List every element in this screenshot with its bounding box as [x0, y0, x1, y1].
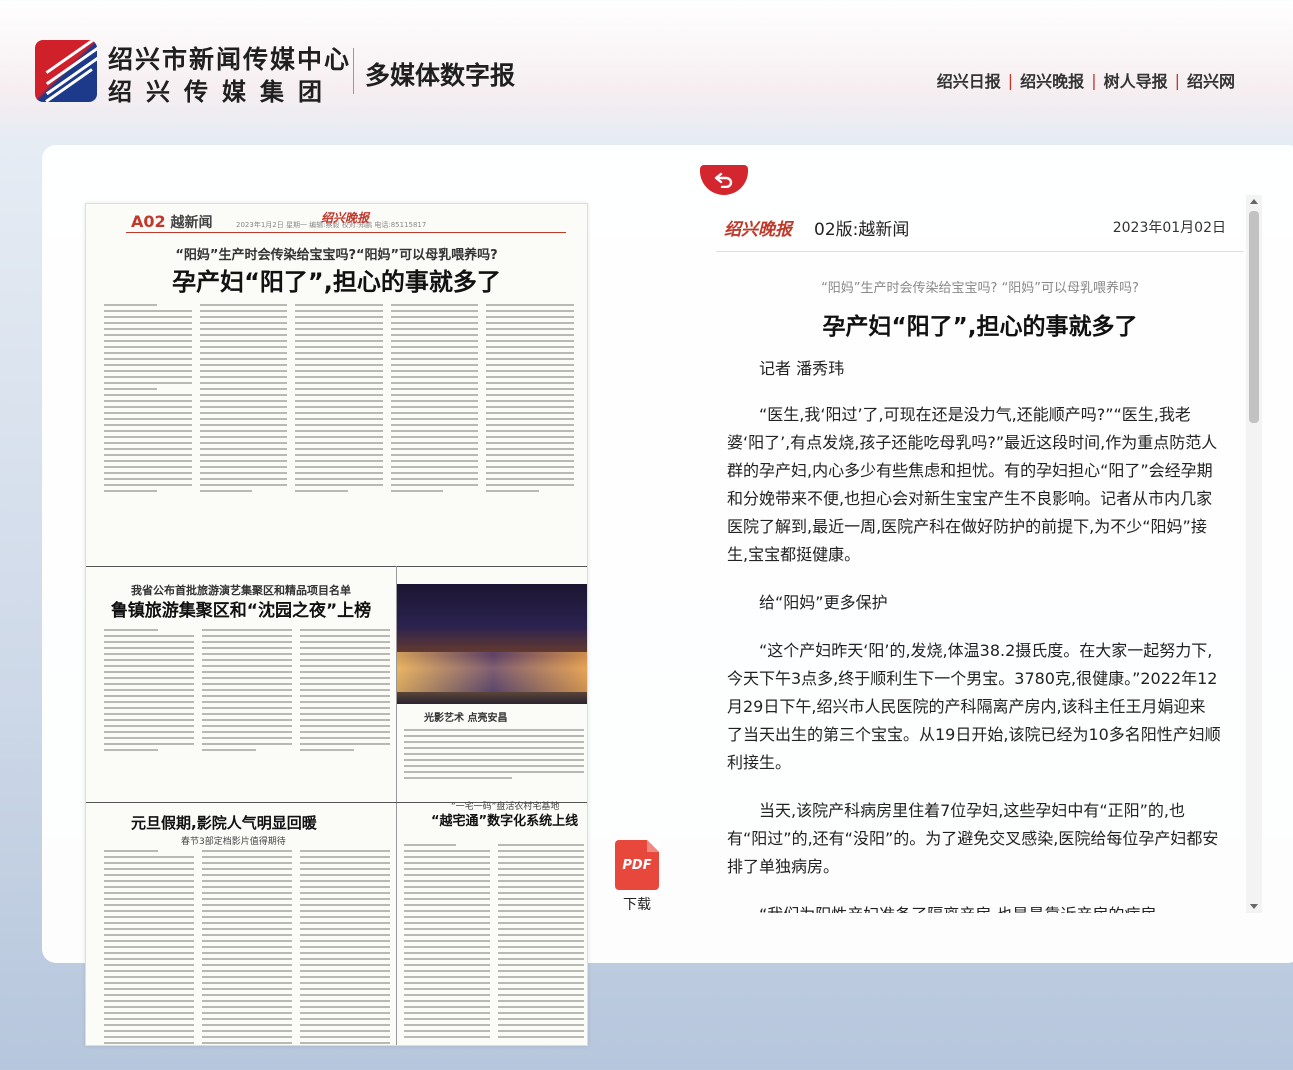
article-paragraph: 当天,该院产科病房里住着7位孕妇,这些孕妇中有“正阳”的,也有“阳过”的,还有“… — [727, 801, 1219, 876]
article-brand: 绍兴晚报 — [724, 220, 792, 240]
nav-shaoxing-evening[interactable]: 绍兴晚报 — [1020, 68, 1084, 92]
group-name: 绍兴传媒集团 — [108, 77, 336, 106]
article-author: 记者 潘秀玮 — [759, 359, 845, 378]
text-column — [199, 304, 288, 554]
article-panel: 绍兴晚报 02版:越新闻 2023年01月02日 “阳妈”生产时会传染给宝宝吗?… — [716, 195, 1262, 913]
scroll-down-icon[interactable] — [1250, 904, 1258, 909]
article-paragraph: “我们为阳性产妇准备了隔离产房,也是最靠近产房的病房。 — [727, 901, 1221, 913]
pdf-icon[interactable]: PDF — [615, 840, 659, 890]
story1-columns[interactable] — [104, 304, 574, 554]
newspaper-page-image[interactable]: A02 越新闻 2023年1月2日 星期一 编辑:蔡毅 校对:郑鹏 电话:851… — [85, 203, 588, 1046]
story2-columns[interactable] — [104, 629, 390, 799]
text-column — [390, 304, 479, 554]
nav-separator: | — [1007, 70, 1014, 90]
story3-title[interactable]: 元旦假期,影院人气明显回暖 — [131, 812, 317, 833]
top-nav: 绍兴日报 | 绍兴晚报 | 树人导报 | 绍兴网 — [937, 68, 1235, 92]
org-name: 绍兴市新闻传媒中心 — [108, 45, 352, 74]
nav-shaoxing-daily[interactable]: 绍兴日报 — [937, 68, 1001, 92]
pdf-download-label[interactable]: 下载 — [623, 894, 651, 914]
product-name: 多媒体数字报 — [365, 61, 516, 90]
article-paragraph: 给“阳妈”更多保护 — [759, 593, 888, 612]
logo-divider — [353, 48, 354, 94]
paper-brand: 绍兴晚报 — [321, 211, 370, 225]
story2-title[interactable]: 鲁镇旅游集聚区和“沈园之夜”上榜 — [86, 596, 396, 621]
media-center-logo-icon[interactable] — [35, 40, 97, 102]
article-body: 记者 潘秀玮 “医生,我‘阳过’了,可现在还是没力气,还能顺产吗?”“医生,我老… — [727, 355, 1221, 913]
story1-title[interactable]: 孕产妇“阳了”,担心的事就多了 — [86, 262, 587, 297]
page-number-section: A02 越新闻 — [131, 212, 213, 231]
text-column — [104, 304, 192, 554]
text-column — [295, 304, 383, 554]
story3-subtitle[interactable]: 春节3部定档影片值得期待 — [181, 834, 286, 847]
story4-title[interactable]: “越宅通”数字化系统上线 — [431, 810, 578, 829]
article-scrollbar[interactable] — [1246, 195, 1262, 913]
story4-columns[interactable] — [404, 844, 584, 1044]
article-paragraph: “医生,我‘阳过’了,可现在还是没力气,还能顺产吗?”“医生,我老婆‘阳了’,有… — [727, 405, 1218, 564]
article-title: 孕产妇“阳了”,担心的事就多了 — [822, 314, 1138, 340]
back-arrow-icon — [714, 172, 733, 188]
nav-shuren-daobao[interactable]: 树人导报 — [1104, 68, 1168, 92]
article-date: 2023年01月02日 — [1112, 220, 1226, 236]
story1-subtitle[interactable]: “阳妈”生产时会传染给宝宝吗?“阳妈”可以母乳喂养吗? — [86, 244, 587, 263]
photo-caption: 光影艺术 点亮安昌 — [424, 713, 508, 724]
story3-columns[interactable] — [104, 850, 390, 1044]
article-page-label: 02版:越新闻 — [814, 220, 910, 240]
nav-separator: | — [1174, 70, 1180, 90]
section-rule — [86, 566, 587, 567]
article-header: 绍兴晚报 02版:越新闻 2023年01月02日 — [716, 195, 1244, 252]
pdf-download-button[interactable]: PDF 下载 — [614, 840, 660, 914]
scrollbar-thumb[interactable] — [1249, 211, 1259, 423]
nav-separator: | — [1091, 70, 1097, 90]
article-subtitle: “阳妈”生产时会传染给宝宝吗? “阳妈”可以母乳喂养吗? — [821, 281, 1139, 296]
photo-story-columns[interactable] — [404, 729, 584, 789]
article-paragraph: “这个产妇昨天‘阳’的,发烧,体温38.2摄氏度。在大家一起努力下,今天下午3点… — [727, 641, 1221, 772]
site-header: 绍兴市新闻传媒中心 绍兴传媒集团 多媒体数字报 绍兴日报 | 绍兴晚报 | 树人… — [0, 0, 1293, 130]
night-scene-photo[interactable] — [397, 584, 587, 704]
text-column — [486, 304, 574, 554]
page-head-rule — [126, 232, 566, 233]
scroll-up-icon[interactable] — [1250, 199, 1258, 204]
nav-shaoxing-net[interactable]: 绍兴网 — [1187, 68, 1235, 92]
